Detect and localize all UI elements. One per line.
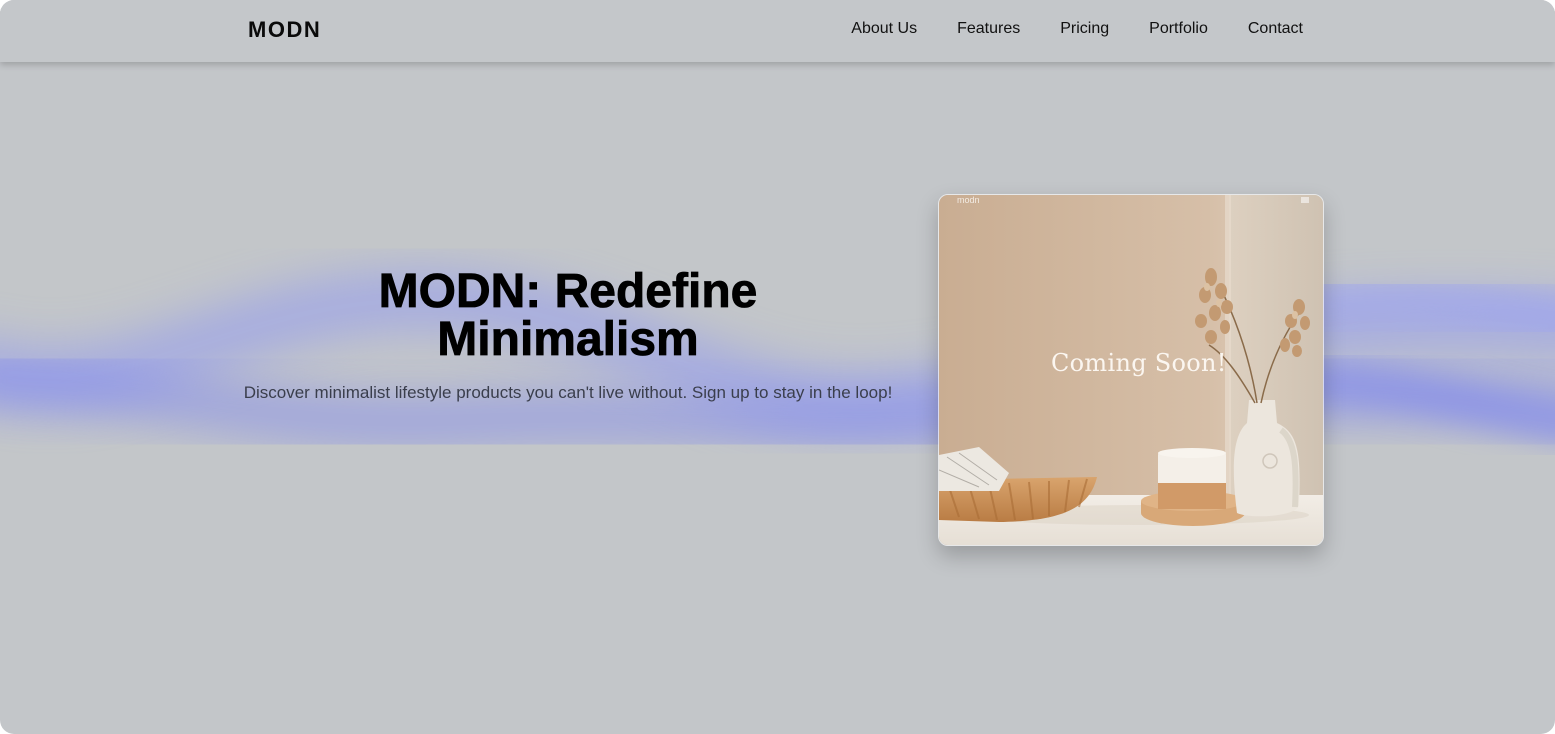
hero-section: MODN: Redefine Minimalism Discover minim… [238, 265, 898, 408]
top-navbar: MODN About Us Features Pricing Portfolio… [0, 0, 1555, 62]
nav-item-features[interactable]: Features [957, 20, 1020, 38]
nav-item-contact[interactable]: Contact [1248, 20, 1303, 38]
hero-title-line-1: MODN: Redefine [378, 265, 758, 318]
page-window: MODN About Us Features Pricing Portfolio… [0, 0, 1555, 734]
hero-title-line-2: Minimalism [437, 313, 699, 366]
nav-links: About Us Features Pricing Portfolio Cont… [851, 20, 1303, 38]
preview-menu-icon [1301, 197, 1309, 203]
preview-mini-logo: modn [957, 195, 980, 205]
hero-title: MODN: Redefine Minimalism [348, 265, 788, 366]
product-preview-image: modn Coming Soon! [938, 194, 1324, 546]
nav-item-about-us[interactable]: About Us [851, 20, 917, 38]
site-logo[interactable]: MODN [248, 17, 321, 43]
nav-item-pricing[interactable]: Pricing [1060, 20, 1109, 38]
hero-subtitle: Discover minimalist lifestyle products y… [243, 383, 893, 402]
nav-item-portfolio[interactable]: Portfolio [1149, 20, 1208, 38]
coming-soon-text: Coming Soon! [1051, 349, 1227, 377]
